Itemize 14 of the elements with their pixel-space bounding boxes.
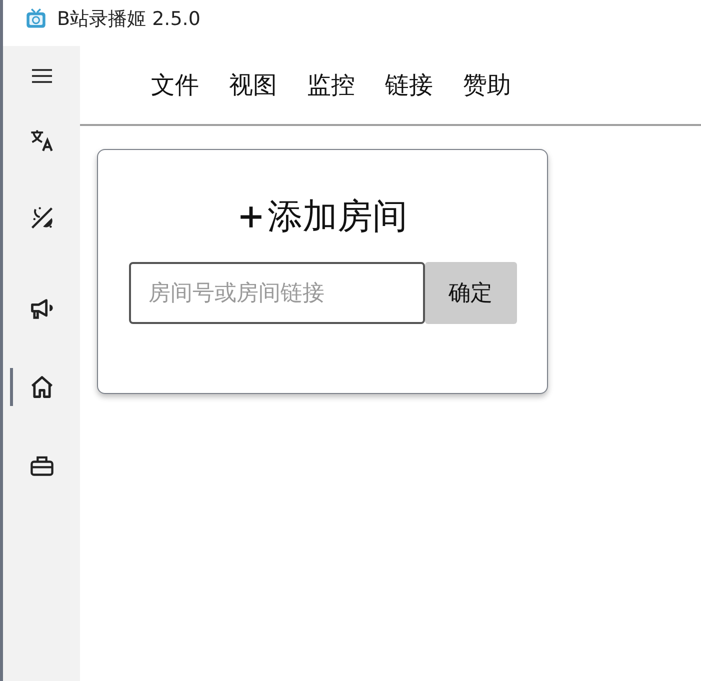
menu-item[interactable]: 链接 (374, 65, 444, 105)
card-title: 添加房间 (268, 196, 408, 239)
tv-icon (25, 8, 47, 30)
window-title: B站录播姬 2.5.0 (57, 7, 200, 32)
menu-item[interactable]: 监控 (296, 65, 366, 105)
home-icon (28, 374, 54, 400)
menu-item[interactable]: 视图 (218, 65, 288, 105)
theme-icon (28, 205, 54, 231)
confirm-button[interactable]: 确定 (424, 262, 516, 324)
plus-icon (238, 204, 264, 230)
menu-item[interactable]: 赞助 (452, 65, 522, 105)
menu-item[interactable]: 文件 (140, 65, 210, 105)
megaphone-icon (28, 296, 54, 322)
room-input-field[interactable]: 房间号或房间链接 (128, 262, 424, 324)
